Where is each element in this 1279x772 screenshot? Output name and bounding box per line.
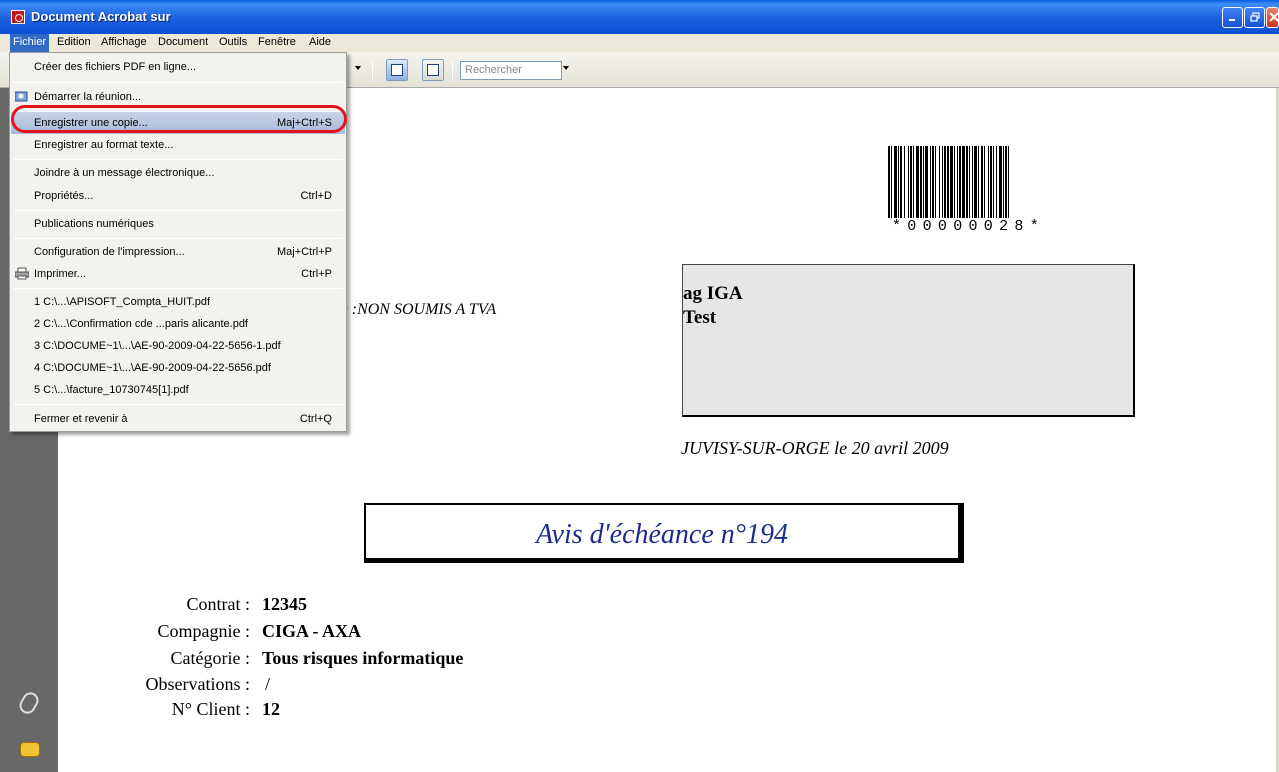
field-contrat: Contrat : — [0, 594, 251, 618]
menu-affichage[interactable]: Affichage — [101, 36, 147, 48]
menu-separator — [13, 288, 343, 289]
menu-item-shortcut: Ctrl+D — [300, 190, 332, 202]
toolbar-separator — [372, 61, 373, 81]
menu-item-label: Démarrer la réunion... — [34, 91, 141, 103]
menu-item-label: Fermer et revenir à — [34, 413, 128, 425]
field-label: Contrat : — [186, 594, 251, 614]
menu-item-label: Joindre à un message électronique... — [34, 167, 215, 179]
avis-title-box: Avis d'échéance n°194 — [364, 503, 964, 563]
menu-document[interactable]: Document — [158, 36, 208, 48]
barcode-number: *00000028* — [892, 218, 1046, 235]
menu-item-label: Publications numériques — [34, 218, 154, 230]
menu-item-shortcut: Ctrl+P — [301, 268, 332, 280]
field-value-text: CIGA - AXA — [262, 621, 362, 641]
printer-icon — [15, 267, 29, 280]
menu-item-print[interactable]: Imprimer... Ctrl+P — [11, 263, 345, 285]
menu-item-digital-editions[interactable]: Publications numériques — [11, 213, 345, 235]
menu-item-label: 3 C:\DOCUME~1\...\AE-90-2009-04-22-5656-… — [34, 340, 281, 352]
menu-separator — [13, 210, 343, 211]
annotation-circle — [11, 105, 347, 133]
field-value: / — [265, 674, 270, 698]
field-label: N° Client : — [171, 699, 250, 719]
field-label: Catégorie : — [170, 648, 250, 668]
zoom-dropdown-arrow[interactable] — [355, 66, 361, 70]
address-line-2: Test — [683, 307, 717, 328]
minimize-button[interactable] — [1222, 7, 1243, 28]
menu-separator — [13, 159, 343, 160]
comments-icon[interactable] — [20, 742, 40, 757]
fit-page-button[interactable] — [422, 59, 444, 81]
menu-fichier[interactable]: Fichier — [10, 34, 50, 52]
menu-outils[interactable]: Outils — [219, 36, 247, 48]
field-value-text: / — [265, 674, 271, 694]
close-button[interactable] — [1266, 7, 1279, 28]
menu-item-attach-email[interactable]: Joindre à un message électronique... — [11, 162, 345, 184]
menu-item-close-return[interactable]: Fermer et revenir à Ctrl+Q — [11, 408, 345, 430]
menu-item-label: Créer des fichiers PDF en ligne... — [34, 61, 197, 73]
avis-title: Avis d'échéance n°194 — [536, 519, 788, 550]
file-menu-dropdown: Créer des fichiers PDF en ligne... Démar… — [9, 52, 347, 432]
toolbar-separator — [452, 61, 453, 81]
menu-item-label: Imprimer... — [34, 268, 86, 280]
menu-item-print-setup[interactable]: Configuration de l'impression... Maj+Ctr… — [11, 241, 345, 263]
menu-item-recent-file-5[interactable]: 5 C:\...\facture_10730745[1].pdf — [11, 379, 345, 401]
menu-item-label: 4 C:\DOCUME~1\...\AE-90-2009-04-22-5656.… — [34, 362, 271, 374]
menu-item-recent-file-4[interactable]: 4 C:\DOCUME~1\...\AE-90-2009-04-22-5656.… — [11, 357, 345, 379]
field-label: Compagnie : — [157, 621, 251, 641]
menu-item-label: 5 C:\...\facture_10730745[1].pdf — [34, 384, 189, 396]
date-line: JUVISY-SUR-ORGE le 20 avril 2009 — [681, 438, 949, 458]
field-label: Observations : — [145, 674, 250, 694]
search-input[interactable]: Rechercher — [460, 61, 562, 80]
close-icon — [1269, 12, 1279, 22]
fit-width-icon — [391, 64, 403, 76]
address-box: ag IGA Test — [682, 264, 1135, 417]
restore-button[interactable] — [1244, 7, 1265, 28]
menu-item-label: 1 C:\...\APISOFT_Compta_HUIT.pdf — [34, 296, 211, 308]
minimize-icon — [1229, 19, 1235, 21]
acrobat-app-icon — [11, 10, 25, 24]
menu-item-shortcut: Ctrl+Q — [299, 413, 332, 425]
fit-page-icon — [427, 64, 439, 76]
field-value-text: 12345 — [262, 594, 307, 614]
menu-item-label: 2 C:\...\Confirmation cde ...paris alica… — [34, 318, 248, 330]
field-value: Tous risques informatique — [262, 648, 463, 672]
menu-item-save-as-text[interactable]: Enregistrer au format texte... — [11, 134, 345, 156]
field-value: CIGA - AXA — [262, 621, 361, 645]
meeting-icon — [15, 91, 28, 102]
window-title-bar[interactable]: Document Acrobat sur — [0, 0, 1279, 34]
field-value: 12345 — [262, 594, 307, 618]
menu-aide[interactable]: Aide — [309, 36, 331, 48]
menu-item-label: Enregistrer au format texte... — [34, 139, 174, 151]
menu-separator — [13, 82, 343, 83]
field-categorie: Catégorie : — [0, 648, 250, 672]
menu-item-create-pdf-online[interactable]: Créer des fichiers PDF en ligne... — [11, 56, 345, 78]
address-line-1: ag IGA — [683, 283, 743, 304]
menu-edition[interactable]: Edition — [57, 36, 91, 48]
window-title: Document Acrobat sur — [31, 9, 171, 24]
field-value-text: Tous risques informatique — [262, 648, 464, 668]
menu-item-recent-file-2[interactable]: 2 C:\...\Confirmation cde ...paris alica… — [11, 313, 345, 335]
menu-item-properties[interactable]: Propriétés... Ctrl+D — [11, 185, 345, 207]
menu-item-recent-file-1[interactable]: 1 C:\...\APISOFT_Compta_HUIT.pdf — [11, 291, 345, 313]
field-observations: Observations : — [0, 674, 250, 698]
menu-fenetre[interactable]: Fenêtre — [258, 36, 296, 48]
menu-item-label: Propriétés... — [34, 190, 94, 202]
menu-item-recent-file-3[interactable]: 3 C:\DOCUME~1\...\AE-90-2009-04-22-5656-… — [11, 335, 345, 357]
fit-width-button[interactable] — [386, 59, 408, 81]
menu-bar: Fichier Edition Affichage Document Outil… — [0, 34, 1279, 52]
menu-item-shortcut: Maj+Ctrl+P — [276, 246, 332, 258]
field-value: 12 — [262, 699, 280, 723]
menu-separator — [13, 238, 343, 239]
field-value-text: 12 — [262, 699, 280, 719]
barcode-image — [888, 146, 1009, 218]
field-client: N° Client : — [0, 699, 250, 723]
field-compagnie: Compagnie : — [0, 621, 251, 645]
menu-item-label: Configuration de l'impression... — [34, 246, 185, 258]
tva-notice: re :NON SOUMIS A TVA — [335, 301, 497, 318]
search-dropdown-arrow[interactable] — [563, 66, 569, 70]
restore-icon — [1250, 12, 1260, 22]
menu-separator — [13, 404, 343, 405]
